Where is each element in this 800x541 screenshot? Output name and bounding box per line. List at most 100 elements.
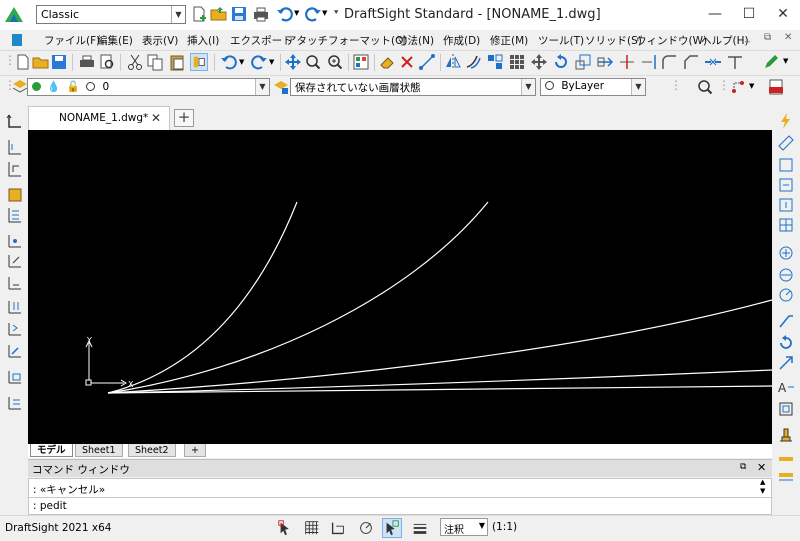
layer-freeze-icon[interactable]: 💧: [47, 81, 60, 93]
menu-help[interactable]: ヘルプ(H): [701, 33, 749, 48]
grid-icon[interactable]: [302, 518, 322, 538]
undo-icon[interactable]: [276, 5, 294, 23]
chevron-down-icon[interactable]: ▼: [255, 79, 269, 95]
scale-icon[interactable]: [574, 53, 592, 71]
save-toolbar-icon[interactable]: [50, 53, 68, 71]
menu-file[interactable]: ファイル(F): [44, 33, 100, 48]
zoom-fit-icon[interactable]: [697, 79, 713, 95]
offset-icon[interactable]: [464, 53, 482, 71]
menu-attach[interactable]: アタッチ: [286, 33, 328, 48]
move-icon[interactable]: [530, 53, 548, 71]
entity-snap-icon[interactable]: [382, 518, 402, 538]
save-icon[interactable]: [230, 5, 248, 23]
chevron-down-icon[interactable]: ▼: [171, 6, 185, 23]
menu-draw[interactable]: 作成(D): [443, 33, 480, 48]
snap-icon[interactable]: [276, 518, 296, 538]
vertical-dimension-icon[interactable]: [777, 196, 795, 214]
trim-icon[interactable]: [618, 53, 636, 71]
layer-on-icon[interactable]: [32, 82, 41, 91]
polar-icon[interactable]: [356, 518, 376, 538]
table-icon[interactable]: [777, 216, 795, 234]
chamfer-icon[interactable]: [682, 53, 700, 71]
baseline-dimension-icon[interactable]: [6, 206, 24, 224]
drawing-canvas[interactable]: Y X: [28, 130, 772, 444]
jogged-dimension-icon[interactable]: [6, 320, 24, 338]
new-file-icon[interactable]: [190, 5, 208, 23]
redo-icon[interactable]: [304, 5, 322, 23]
arc-length-icon[interactable]: [6, 274, 24, 292]
circle-diameter-icon[interactable]: [777, 266, 795, 284]
layer-select[interactable]: 💧 🔓 0 ▼: [27, 78, 270, 96]
copy-icon[interactable]: [146, 53, 164, 71]
undo-list-icon[interactable]: ▼: [239, 58, 244, 66]
open-icon[interactable]: [32, 53, 50, 71]
break-icon[interactable]: [726, 53, 744, 71]
add-sheet-button[interactable]: +: [184, 444, 206, 457]
leader-icon[interactable]: [777, 312, 795, 330]
zoom-realtime-icon[interactable]: [326, 53, 344, 71]
chevron-down-icon[interactable]: ▼: [521, 79, 535, 95]
array-icon[interactable]: [508, 53, 526, 71]
tab-sheet1[interactable]: Sheet1: [75, 444, 123, 457]
layer-lock-icon[interactable]: 🔓: [67, 81, 80, 93]
chevron-down-icon[interactable]: ▼: [479, 521, 485, 530]
export-pdf-icon[interactable]: [768, 79, 784, 95]
minimize-button[interactable]: —: [698, 0, 732, 28]
smart-dimension-icon[interactable]: [6, 368, 24, 386]
tab-noname-1[interactable]: NONAME_1.dwg* ✕: [28, 106, 170, 130]
undo-toolbar-icon[interactable]: [220, 53, 238, 71]
customize-quick-access-icon[interactable]: ⯆: [333, 8, 339, 18]
pan-icon[interactable]: [284, 53, 302, 71]
text-icon[interactable]: A: [777, 378, 795, 396]
maximize-button[interactable]: ☐: [732, 0, 766, 28]
workspace-select[interactable]: Classic ▼: [36, 5, 186, 24]
tab-model[interactable]: モデル: [30, 444, 73, 457]
arrow-up-right-icon[interactable]: [777, 354, 795, 372]
print-toolbar-icon[interactable]: [78, 53, 96, 71]
menu-insert[interactable]: 挿入(I): [187, 33, 219, 48]
close-doc-button[interactable]: ✕: [784, 32, 792, 43]
open-folder-icon[interactable]: [210, 5, 228, 23]
new-tab-button[interactable]: +: [174, 109, 194, 127]
lineweight-icon[interactable]: [410, 518, 430, 538]
command-input[interactable]: : pedit: [28, 498, 772, 515]
float-window-icon[interactable]: ⧉: [740, 462, 746, 472]
distance-icon[interactable]: [418, 53, 436, 71]
print-preview-icon[interactable]: [98, 53, 116, 71]
reference-icon[interactable]: [730, 79, 746, 95]
dimension-override-icon[interactable]: [777, 466, 795, 484]
restore-doc-button[interactable]: ⧉: [764, 32, 771, 43]
layer-color-icon[interactable]: [86, 82, 96, 91]
block-icon[interactable]: [777, 400, 795, 418]
match-properties-icon[interactable]: [190, 53, 208, 71]
box-dimension-icon[interactable]: [777, 156, 795, 174]
diameter-dimension-icon[interactable]: [6, 252, 24, 270]
close-icon[interactable]: ✕: [757, 461, 766, 474]
continue-dimension-icon[interactable]: [6, 298, 24, 316]
stamp-icon[interactable]: [777, 426, 795, 444]
layer-manager-icon[interactable]: [12, 78, 28, 94]
edit-pencil-icon[interactable]: [762, 53, 780, 71]
print-icon[interactable]: [252, 5, 270, 23]
delete-icon[interactable]: [398, 53, 416, 71]
layer-state-select[interactable]: 保存されていない画層状態 ▼: [290, 78, 536, 96]
design-resources-icon[interactable]: [352, 53, 370, 71]
stretch-icon[interactable]: [596, 53, 614, 71]
menu-format[interactable]: フォーマット(O): [328, 33, 407, 48]
fillet-icon[interactable]: [660, 53, 678, 71]
center-mark-icon[interactable]: [6, 342, 24, 360]
menu-view[interactable]: 表示(V): [142, 33, 178, 48]
pattern-icon[interactable]: [486, 53, 504, 71]
linear-dimension-icon[interactable]: [6, 112, 24, 130]
redo-toolbar-icon[interactable]: [250, 53, 268, 71]
lightning-icon[interactable]: [777, 112, 795, 130]
ruler-icon[interactable]: [777, 134, 795, 152]
chevron-down-icon[interactable]: ▼: [631, 79, 645, 95]
tab-sheet2[interactable]: Sheet2: [128, 444, 176, 457]
menu-export[interactable]: エクスポート: [230, 33, 293, 48]
layer-state-icon[interactable]: [273, 79, 289, 95]
radius-dimension-icon[interactable]: [6, 232, 24, 250]
menu-window[interactable]: ウィンドウ(W): [636, 33, 707, 48]
undo-dropdown-icon[interactable]: ▼: [294, 9, 299, 17]
reference-dropdown-icon[interactable]: ▼: [749, 82, 754, 90]
